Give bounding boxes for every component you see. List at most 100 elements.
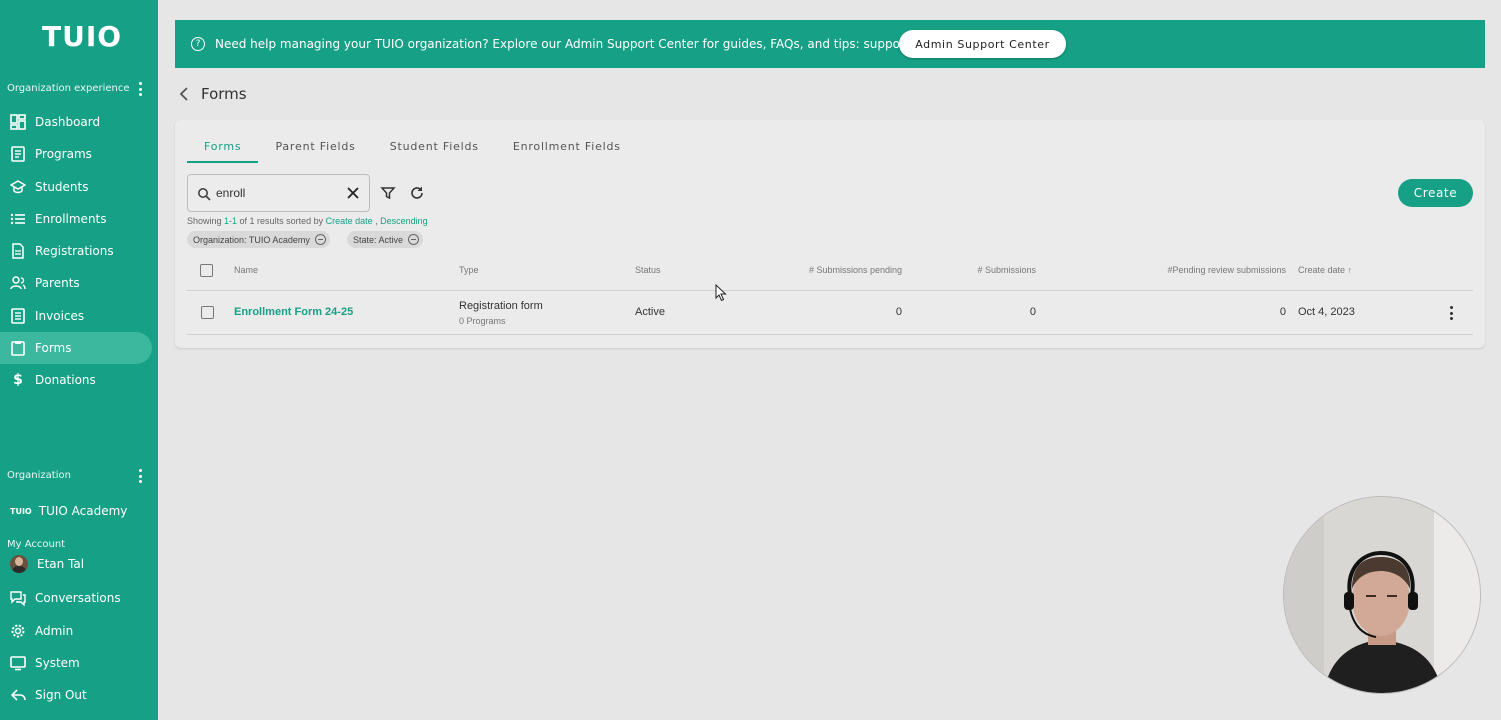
programs-icon (10, 146, 26, 162)
organization-name: TUIO Academy (38, 504, 128, 518)
sidebar-item-students[interactable]: Students (0, 171, 152, 203)
column-header-pending-review[interactable]: #Pending review submissions (1106, 265, 1286, 275)
results-range: 1-1 (224, 216, 238, 226)
filter-chip-organization: Organization: TUIO Academy (187, 231, 330, 248)
organization-logo: TUIO (10, 506, 32, 516)
admin-support-center-button[interactable]: Admin Support Center (899, 30, 1066, 58)
avatar (10, 555, 28, 573)
organization-item[interactable]: TUIO TUIO Academy (0, 495, 152, 527)
dollar-icon: $ (13, 372, 23, 388)
search-icon (197, 186, 211, 201)
refresh-icon[interactable] (409, 185, 425, 201)
help-banner: ? Need help managing your TUIO organizat… (175, 20, 1485, 68)
tab-forms[interactable]: Forms (187, 132, 259, 163)
account-item[interactable]: Etan Tal (0, 548, 152, 580)
gear-icon (10, 623, 26, 639)
dashboard-icon (10, 114, 26, 130)
sidebar-item-sign-out[interactable]: Sign Out (0, 679, 152, 711)
search-box (187, 174, 370, 212)
create-button[interactable]: Create (1398, 179, 1473, 207)
sidebar-item-label: Dashboard (35, 115, 101, 129)
sidebar-item-conversations[interactable]: Conversations (0, 582, 152, 614)
sort-order-link[interactable]: Descending (380, 216, 428, 226)
submissions-pending-value: 0 (895, 306, 902, 318)
tab-student-fields[interactable]: Student Fields (373, 132, 496, 163)
sidebar-item-label: Programs (35, 147, 92, 161)
row-divider (187, 334, 1473, 335)
pending-review-value: 0 (1279, 306, 1286, 318)
sidebar-item-admin[interactable]: Admin (0, 615, 152, 647)
sidebar-item-enrollments[interactable]: Enrollments (0, 203, 152, 235)
students-icon (10, 179, 26, 195)
organization-label: Organization (7, 470, 71, 481)
sidebar-item-invoices[interactable]: Invoices (0, 300, 152, 332)
organization-menu-icon[interactable] (134, 468, 146, 484)
page-title: Forms (201, 85, 247, 103)
sidebar-item-label: Students (35, 180, 89, 194)
forms-card: Forms Parent Fields Student Fields Enrol… (175, 120, 1485, 348)
sidebar-item-label: Registrations (35, 244, 114, 258)
parents-icon (10, 275, 26, 291)
help-icon: ? (191, 37, 205, 51)
sidebar-item-label: Forms (35, 341, 72, 355)
create-date-value: Oct 4, 2023 (1298, 306, 1355, 318)
sidebar: TUIO Organization experience Dashboard P… (0, 0, 158, 720)
sign-out-icon (10, 687, 26, 703)
mouse-cursor-icon (715, 283, 727, 302)
results-summary: Showing 1-1 of 1 results sorted by Creat… (187, 216, 428, 226)
remove-filter-icon[interactable] (408, 234, 420, 245)
results-separator: , (372, 216, 381, 226)
form-name-link[interactable]: Enrollment Form 24-25 (234, 306, 353, 318)
filter-chip-label: Organization: TUIO Academy (193, 234, 310, 245)
select-all-checkbox[interactable] (200, 264, 213, 277)
sort-field-link[interactable]: Create date (326, 216, 373, 226)
form-programs-count: 0 Programs (459, 316, 506, 326)
forms-icon (10, 340, 26, 356)
back-chevron-icon[interactable] (178, 86, 190, 102)
invoices-icon (10, 308, 26, 324)
sidebar-item-label: Donations (35, 373, 96, 387)
tab-parent-fields[interactable]: Parent Fields (258, 132, 372, 163)
sidebar-item-parents[interactable]: Parents (0, 267, 152, 299)
enrollments-icon (10, 211, 26, 227)
conversations-icon (10, 590, 26, 606)
column-header-status[interactable]: Status (635, 265, 661, 275)
column-header-name[interactable]: Name (234, 265, 258, 275)
tab-enrollment-fields[interactable]: Enrollment Fields (496, 132, 638, 163)
results-prefix: Showing (187, 216, 225, 226)
column-header-type[interactable]: Type (459, 265, 479, 275)
sidebar-item-registrations[interactable]: Registrations (0, 235, 152, 267)
remove-filter-icon[interactable] (314, 234, 326, 245)
submissions-value: 0 (1029, 306, 1036, 318)
clear-search-icon[interactable] (346, 185, 360, 199)
column-header-submissions[interactable]: # Submissions (936, 265, 1036, 275)
row-checkbox[interactable] (201, 306, 214, 319)
form-status: Active (635, 306, 665, 318)
filter-chip-label: State: Active (353, 234, 404, 245)
sidebar-item-dashboard[interactable]: Dashboard (0, 106, 152, 138)
sidebar-item-donations[interactable]: $ Donations (0, 364, 152, 396)
row-menu-icon[interactable] (1447, 306, 1455, 320)
filter-chip-state: State: Active (347, 231, 424, 248)
sidebar-item-label: Invoices (35, 309, 85, 323)
sidebar-item-label: Sign Out (35, 688, 87, 702)
column-header-create-date[interactable]: Create date ↑ (1298, 265, 1352, 275)
sidebar-item-forms[interactable]: Forms (0, 332, 152, 364)
filter-icon[interactable] (380, 185, 396, 201)
registrations-icon (10, 243, 26, 259)
search-input[interactable] (216, 186, 336, 200)
sidebar-item-label: Admin (35, 624, 74, 638)
org-experience-menu-icon[interactable] (134, 81, 146, 97)
tuio-logo[interactable]: TUIO (42, 20, 122, 53)
sidebar-item-system[interactable]: System (0, 647, 152, 679)
user-name: Etan Tal (37, 557, 85, 571)
sidebar-item-label: Parents (35, 276, 80, 290)
header-divider (187, 290, 1473, 291)
sidebar-item-programs[interactable]: Programs (0, 138, 152, 170)
column-header-submissions-pending[interactable]: # Submissions pending (735, 265, 902, 275)
monitor-icon (10, 655, 26, 671)
results-of-text: of 1 results sorted by (237, 216, 326, 226)
sidebar-item-label: Enrollments (35, 212, 107, 226)
form-type: Registration form (459, 300, 543, 312)
org-experience-label: Organization experience (7, 83, 130, 94)
